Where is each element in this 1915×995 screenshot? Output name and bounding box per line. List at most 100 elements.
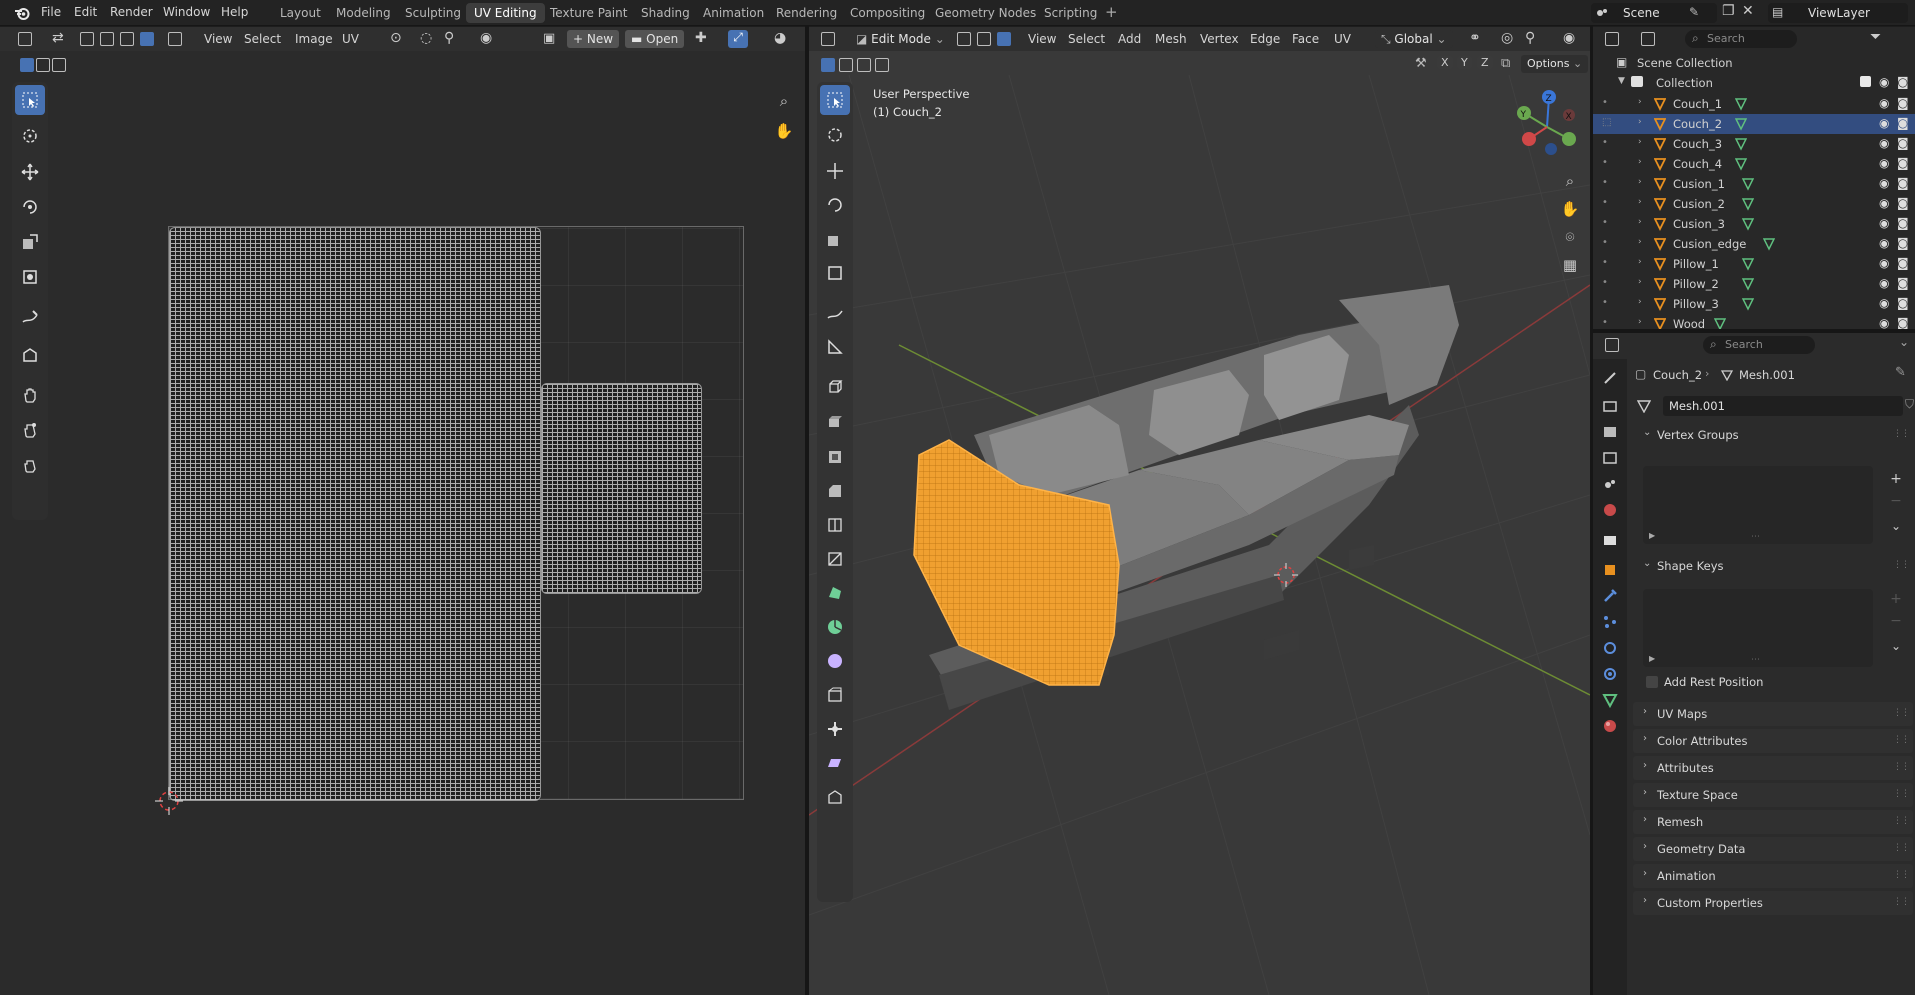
tab-sculpting[interactable]: Sculpting bbox=[397, 3, 469, 23]
visibility-eye-icon[interactable]: ◉ bbox=[1879, 276, 1889, 290]
physics-tab-icon[interactable] bbox=[1601, 639, 1619, 657]
new-image-button[interactable]: + New bbox=[567, 30, 620, 48]
mesh-data-icon[interactable] bbox=[1741, 197, 1755, 211]
mesh-data-icon[interactable] bbox=[1713, 317, 1727, 329]
vp-shrink-fatten-tool[interactable] bbox=[820, 714, 850, 744]
display-mode-icon[interactable] bbox=[1641, 32, 1655, 46]
dot-icon[interactable]: • bbox=[1602, 297, 1608, 308]
uv-island-small[interactable] bbox=[541, 383, 702, 594]
mesh-data-icon[interactable] bbox=[1734, 97, 1748, 111]
mesh-data-tab-icon[interactable] bbox=[1601, 691, 1619, 709]
color-attributes-panel-header[interactable]: › Color Attributes ⋮⋮ bbox=[1633, 729, 1913, 753]
pivot-point-icon[interactable]: ⚭ bbox=[1469, 30, 1481, 46]
world-tab-icon[interactable] bbox=[1601, 501, 1619, 519]
uv-menu-image[interactable]: Image bbox=[295, 32, 333, 46]
expand-chevron-icon[interactable]: › bbox=[1638, 117, 1642, 127]
open-image-button[interactable]: ▬ Open bbox=[625, 30, 685, 48]
mesh-name-field[interactable]: Mesh.001 bbox=[1663, 396, 1903, 416]
island-select-mode-icon[interactable] bbox=[140, 32, 154, 46]
vp-select-extend-icon[interactable] bbox=[839, 58, 853, 72]
cursor-tool[interactable] bbox=[15, 121, 45, 151]
vp-inset-tool[interactable] bbox=[820, 442, 850, 472]
pin-breadcrumb-icon[interactable]: ✎ bbox=[1895, 365, 1906, 380]
collection-tab-icon[interactable] bbox=[1601, 531, 1619, 549]
list-expand-icon[interactable]: ▶ bbox=[1649, 531, 1655, 540]
vp-cursor-tool[interactable] bbox=[820, 120, 850, 150]
gizmo-toggle-icon[interactable]: ⤢ bbox=[728, 30, 748, 48]
uv-island-large[interactable] bbox=[169, 227, 541, 801]
render-tab-icon[interactable] bbox=[1601, 397, 1619, 415]
zoom-icon[interactable]: ⌕ bbox=[772, 89, 796, 113]
auto-merge-icon[interactable]: ⧉ bbox=[1501, 56, 1510, 71]
outliner-row[interactable]: • › Pillow_3 ◉ ◙ bbox=[1593, 294, 1915, 314]
expand-chevron-icon[interactable]: › bbox=[1638, 137, 1642, 147]
vp-menu-uv[interactable]: UV bbox=[1334, 32, 1351, 46]
vp-menu-face[interactable]: Face bbox=[1292, 32, 1319, 46]
tab-uv-editing[interactable]: UV Editing bbox=[466, 3, 545, 23]
drag-handle-icon[interactable]: ⋮⋮ bbox=[1893, 816, 1910, 826]
viewport-zoom-icon[interactable]: ⌕ bbox=[1558, 169, 1582, 193]
select-extend-icon[interactable] bbox=[36, 58, 50, 72]
3d-viewport[interactable]: ◪ Edit Mode ⌄ View Select Add Mesh Verte… bbox=[809, 27, 1590, 995]
vp-poly-build-tool[interactable] bbox=[820, 578, 850, 608]
proportional-edit-icon[interactable]: ◉ bbox=[480, 30, 492, 46]
list-expand-icon[interactable]: ▶ bbox=[1649, 654, 1655, 663]
annotate-tool[interactable] bbox=[15, 302, 45, 332]
render-camera-icon[interactable]: ◙ bbox=[1897, 276, 1909, 290]
mesh-datablock-icon[interactable] bbox=[1637, 399, 1651, 413]
visibility-eye-icon[interactable]: ◉ bbox=[1879, 216, 1889, 230]
sticky-selection-icon[interactable] bbox=[168, 32, 182, 46]
mesh-data-icon[interactable] bbox=[1734, 137, 1748, 151]
dot-icon[interactable]: • bbox=[1602, 317, 1608, 328]
scene-selector[interactable]: Scene ✎ bbox=[1591, 3, 1717, 23]
vp-knife-tool[interactable] bbox=[820, 544, 850, 574]
vertex-group-specials-icon[interactable]: ⌄ bbox=[1887, 519, 1905, 537]
remove-vertex-group-button[interactable]: − bbox=[1887, 493, 1905, 511]
drag-handle-icon[interactable]: ⋮⋮ bbox=[1893, 789, 1910, 799]
menu-file[interactable]: File bbox=[41, 5, 61, 19]
vp-edge-slide-tool[interactable] bbox=[820, 680, 850, 710]
dot-icon[interactable]: • bbox=[1602, 137, 1608, 148]
custom-properties-panel-header[interactable]: › Custom Properties ⋮⋮ bbox=[1633, 891, 1913, 915]
mesh-data-icon[interactable] bbox=[1741, 297, 1755, 311]
vp-annotate-tool[interactable] bbox=[820, 298, 850, 328]
vp-menu-mesh[interactable]: Mesh bbox=[1155, 32, 1187, 46]
snap-toggle-icon[interactable]: ◎ bbox=[1501, 30, 1513, 46]
dot-icon[interactable]: • bbox=[1602, 177, 1608, 188]
drag-handle-icon[interactable]: ⋮⋮ bbox=[1893, 762, 1910, 772]
collection-row[interactable]: ▼ Collection ◉ ◙ bbox=[1593, 73, 1915, 93]
menu-help[interactable]: Help bbox=[221, 5, 248, 19]
edit-mode-toggle-icon[interactable]: ⬚ bbox=[1602, 117, 1611, 128]
navigation-gizmo[interactable]: Z Y X bbox=[1509, 87, 1585, 167]
pivot-icon[interactable]: ⊙ bbox=[390, 30, 402, 46]
new-scene-icon[interactable]: ❐ bbox=[1722, 3, 1735, 19]
tab-animation[interactable]: Animation bbox=[695, 3, 772, 23]
mesh-data-icon[interactable] bbox=[1741, 217, 1755, 231]
render-camera-icon[interactable]: ◙ bbox=[1897, 96, 1909, 110]
mirror-icon[interactable]: ⚒ bbox=[1415, 56, 1427, 71]
visibility-eye-icon[interactable]: ◉ bbox=[1879, 176, 1889, 190]
vp-measure-tool[interactable] bbox=[820, 332, 850, 362]
shape-key-specials-icon[interactable]: ⌄ bbox=[1887, 639, 1905, 657]
viewport-editor-type-icon[interactable] bbox=[821, 32, 835, 46]
visibility-eye-icon[interactable]: ◉ bbox=[1879, 236, 1889, 250]
vp-extrude-tool[interactable] bbox=[820, 406, 850, 436]
vp-move-tool[interactable] bbox=[820, 156, 850, 186]
object-tab-icon[interactable] bbox=[1601, 561, 1619, 579]
vertex-select-mode-icon[interactable] bbox=[80, 32, 94, 46]
expand-chevron-icon[interactable]: › bbox=[1638, 197, 1642, 207]
proportional-edit-toggle-icon[interactable]: ◉ bbox=[1563, 30, 1575, 46]
vp-smooth-tool[interactable] bbox=[820, 646, 850, 676]
vp-bevel-tool[interactable] bbox=[820, 476, 850, 506]
outliner-row[interactable]: • › Pillow_2 ◉ ◙ bbox=[1593, 274, 1915, 294]
scene-pin-icon[interactable]: ✎ bbox=[1689, 5, 1699, 19]
visibility-eye-icon[interactable]: ◉ bbox=[1879, 316, 1889, 329]
mirror-y-toggle[interactable]: Y bbox=[1457, 56, 1472, 69]
overlay-toggle-icon[interactable]: ◕ bbox=[774, 30, 786, 46]
visibility-eye-icon[interactable]: ◉ bbox=[1879, 136, 1889, 150]
tab-geometry-nodes[interactable]: Geometry Nodes bbox=[927, 3, 1044, 23]
drag-handle-icon[interactable]: ⋮⋮ bbox=[1893, 870, 1910, 880]
add-vertex-group-button[interactable]: + bbox=[1887, 471, 1905, 489]
list-resize-grip-icon[interactable]: ⋯ bbox=[1751, 655, 1760, 665]
visibility-eye-icon[interactable]: ◉ bbox=[1879, 156, 1889, 170]
